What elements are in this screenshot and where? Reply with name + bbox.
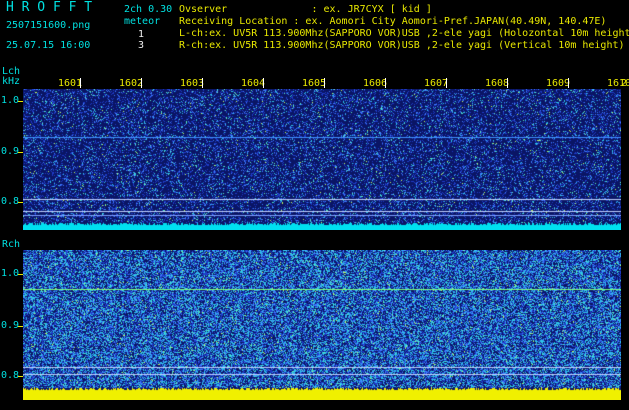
frequency-tick-label: 1.0 [1,268,20,279]
time-separator [263,78,264,88]
frequency-tick-label: 0.8 [1,196,20,207]
time-separator [80,78,81,88]
observer-line: Ovserver : ex. JR7CYX [ kid ] [179,4,432,15]
time-separator [324,78,325,88]
frequency-tick-mark [18,101,23,102]
frequency-tick-label: 1.0 [1,95,20,106]
frequency-tick-mark [18,376,23,377]
location-line: Receiving Location : ex. Aomori City Aom… [179,16,607,27]
app-logo: H R O F F T [6,0,93,15]
time-separator [507,78,508,88]
rch-spectrogram [23,250,621,400]
frequency-tick-mark [18,274,23,275]
frequency-tick-mark [18,202,23,203]
mode-label: 2ch 0.30 [124,4,173,15]
rch-label: Rch [2,239,21,250]
right-margin [621,89,629,400]
frequency-tick-label: 0.8 [1,370,20,381]
frequency-tick-mark [18,152,23,153]
meteor-label: meteor [124,16,161,27]
rch-meteor-count: 3 [138,40,145,51]
time-separator [446,78,447,88]
time-separator [568,78,569,88]
lch-info-line: L-ch:ex. UV5R 113.900Mhz(SAPPORO VOR)USB… [179,28,629,39]
frequency-tick-mark [18,326,23,327]
time-separator [141,78,142,88]
time-separator [385,78,386,88]
lch-unit-label: kHz [2,76,21,87]
lch-spectrogram [23,89,621,230]
frequency-tick-label: 0.9 [1,320,20,331]
filename-label: 2507151600.png [6,20,91,31]
time-separator [202,78,203,88]
datetime-label: 25.07.15 16:00 [6,40,91,51]
rch-info-line: R-ch:ex. UV5R 113.900Mhz(SAPPORO VOR)USB… [179,40,625,51]
frequency-tick-label: 0.9 [1,146,20,157]
